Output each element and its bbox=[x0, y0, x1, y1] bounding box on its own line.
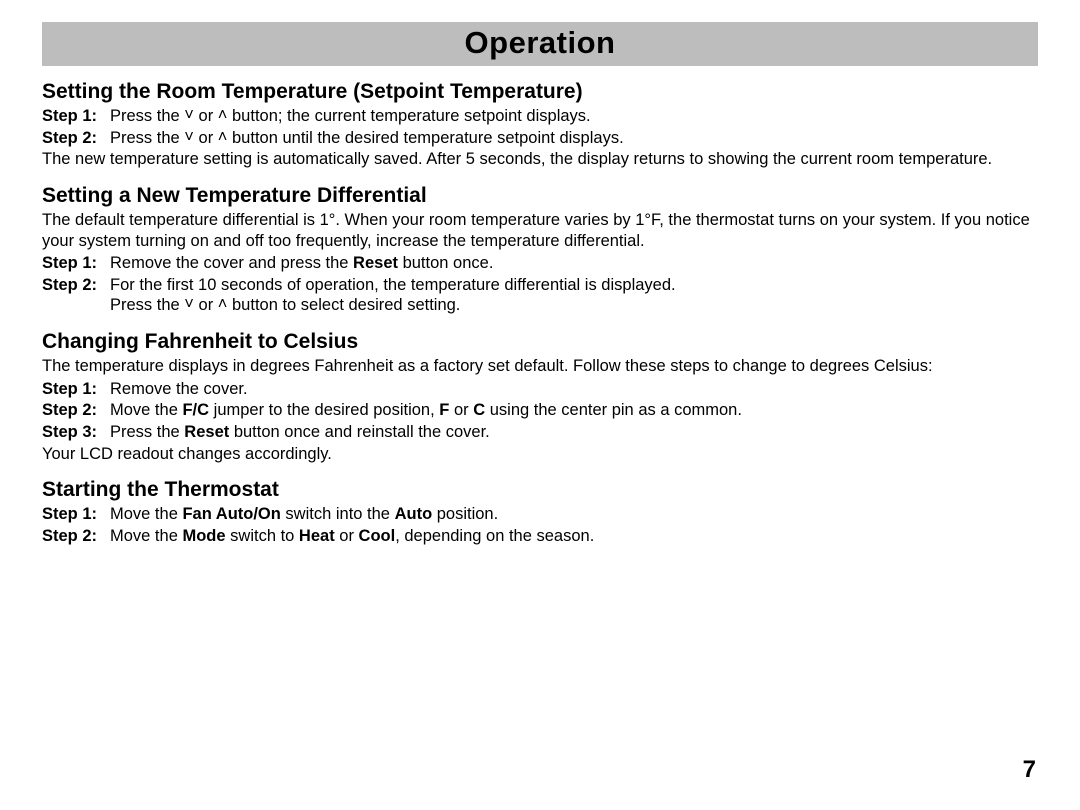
page-number: 7 bbox=[1023, 756, 1036, 784]
step-row: Step 2: Move the F/C jumper to the desire… bbox=[42, 400, 1038, 421]
chevron-up-icon: ˄ bbox=[218, 295, 228, 313]
step-label: Step 1: bbox=[42, 379, 104, 400]
bold-term: Fan Auto/On bbox=[182, 505, 280, 523]
section-intro: The temperature displays in degrees Fahr… bbox=[42, 356, 1038, 377]
bold-term: F/C bbox=[182, 401, 209, 419]
chevron-down-icon: ˅ bbox=[184, 106, 194, 124]
section-heading: Changing Fahrenheit to Celsius bbox=[42, 330, 1038, 354]
steps-list: Step 1: Move the Fan Auto/On switch into … bbox=[42, 504, 1038, 546]
step-label: Step 2: bbox=[42, 128, 104, 149]
bold-term: F bbox=[439, 401, 449, 419]
page-content: Setting the Room Temperature (Setpoint T… bbox=[42, 80, 1038, 546]
section-heading: Setting a New Temperature Differential bbox=[42, 184, 1038, 208]
step-text: Remove the cover. bbox=[110, 379, 1038, 400]
bold-term: C bbox=[473, 401, 485, 419]
step-text: Press the Reset button once and reinstal… bbox=[110, 422, 1038, 443]
step-text: For the first 10 seconds of operation, t… bbox=[110, 275, 1038, 316]
step-row: Step 1: Remove the cover and press the Re… bbox=[42, 253, 1038, 274]
step-label: Step 3: bbox=[42, 422, 104, 443]
step-text: Move the Fan Auto/On switch into the Aut… bbox=[110, 504, 1038, 525]
step-label: Step 2: bbox=[42, 275, 104, 316]
step-label: Step 1: bbox=[42, 106, 104, 127]
chevron-down-icon: ˅ bbox=[184, 295, 194, 313]
step-label: Step 2: bbox=[42, 526, 104, 547]
bold-term: Reset bbox=[353, 254, 398, 272]
steps-list: Step 1: Remove the cover. Step 2: Move the … bbox=[42, 379, 1038, 443]
manual-page: Operation Setting the Room Temperature (… bbox=[0, 0, 1080, 810]
step-row: Step 3: Press the Reset button once and r… bbox=[42, 422, 1038, 443]
step-text: Press the ˅ or ˄ button; the current tem… bbox=[110, 106, 1038, 127]
bold-term: Heat bbox=[299, 527, 335, 545]
step-text: Move the F/C jumper to the desired posit… bbox=[110, 400, 1038, 421]
section-outro: Your LCD readout changes accordingly. bbox=[42, 444, 1038, 465]
bold-term: Mode bbox=[182, 527, 225, 545]
step-label: Step 1: bbox=[42, 504, 104, 525]
step-row: Step 2: Press the ˅ or ˄ button until the… bbox=[42, 128, 1038, 149]
chevron-up-icon: ˄ bbox=[218, 106, 228, 124]
page-title: Operation bbox=[465, 25, 616, 60]
steps-list: Step 1: Press the ˅ or ˄ button; the curr… bbox=[42, 106, 1038, 148]
bold-term: Reset bbox=[184, 423, 229, 441]
step-row: Step 1: Remove the cover. bbox=[42, 379, 1038, 400]
bold-term: Auto bbox=[395, 505, 433, 523]
section-heading: Setting the Room Temperature (Setpoint T… bbox=[42, 80, 1038, 104]
section-outro: The new temperature setting is automatic… bbox=[42, 149, 1038, 170]
bold-term: Cool bbox=[359, 527, 396, 545]
step-row: Step 2: Move the Mode switch to Heat or C… bbox=[42, 526, 1038, 547]
steps-list: Step 1: Remove the cover and press the Re… bbox=[42, 253, 1038, 316]
chevron-up-icon: ˄ bbox=[218, 128, 228, 146]
step-text: Press the ˅ or ˄ button until the desire… bbox=[110, 128, 1038, 149]
step-label: Step 2: bbox=[42, 400, 104, 421]
step-row: Step 1: Move the Fan Auto/On switch into … bbox=[42, 504, 1038, 525]
section-heading: Starting the Thermostat bbox=[42, 478, 1038, 502]
step-text: Move the Mode switch to Heat or Cool, de… bbox=[110, 526, 1038, 547]
step-row: Step 1: Press the ˅ or ˄ button; the curr… bbox=[42, 106, 1038, 127]
section-intro: The default temperature differential is … bbox=[42, 210, 1038, 251]
step-row: Step 2:For the first 10 seconds of opera… bbox=[42, 275, 1038, 316]
step-text: Remove the cover and press the Reset but… bbox=[110, 253, 1038, 274]
page-title-band: Operation bbox=[42, 22, 1038, 66]
step-label: Step 1: bbox=[42, 253, 104, 274]
chevron-down-icon: ˅ bbox=[184, 128, 194, 146]
